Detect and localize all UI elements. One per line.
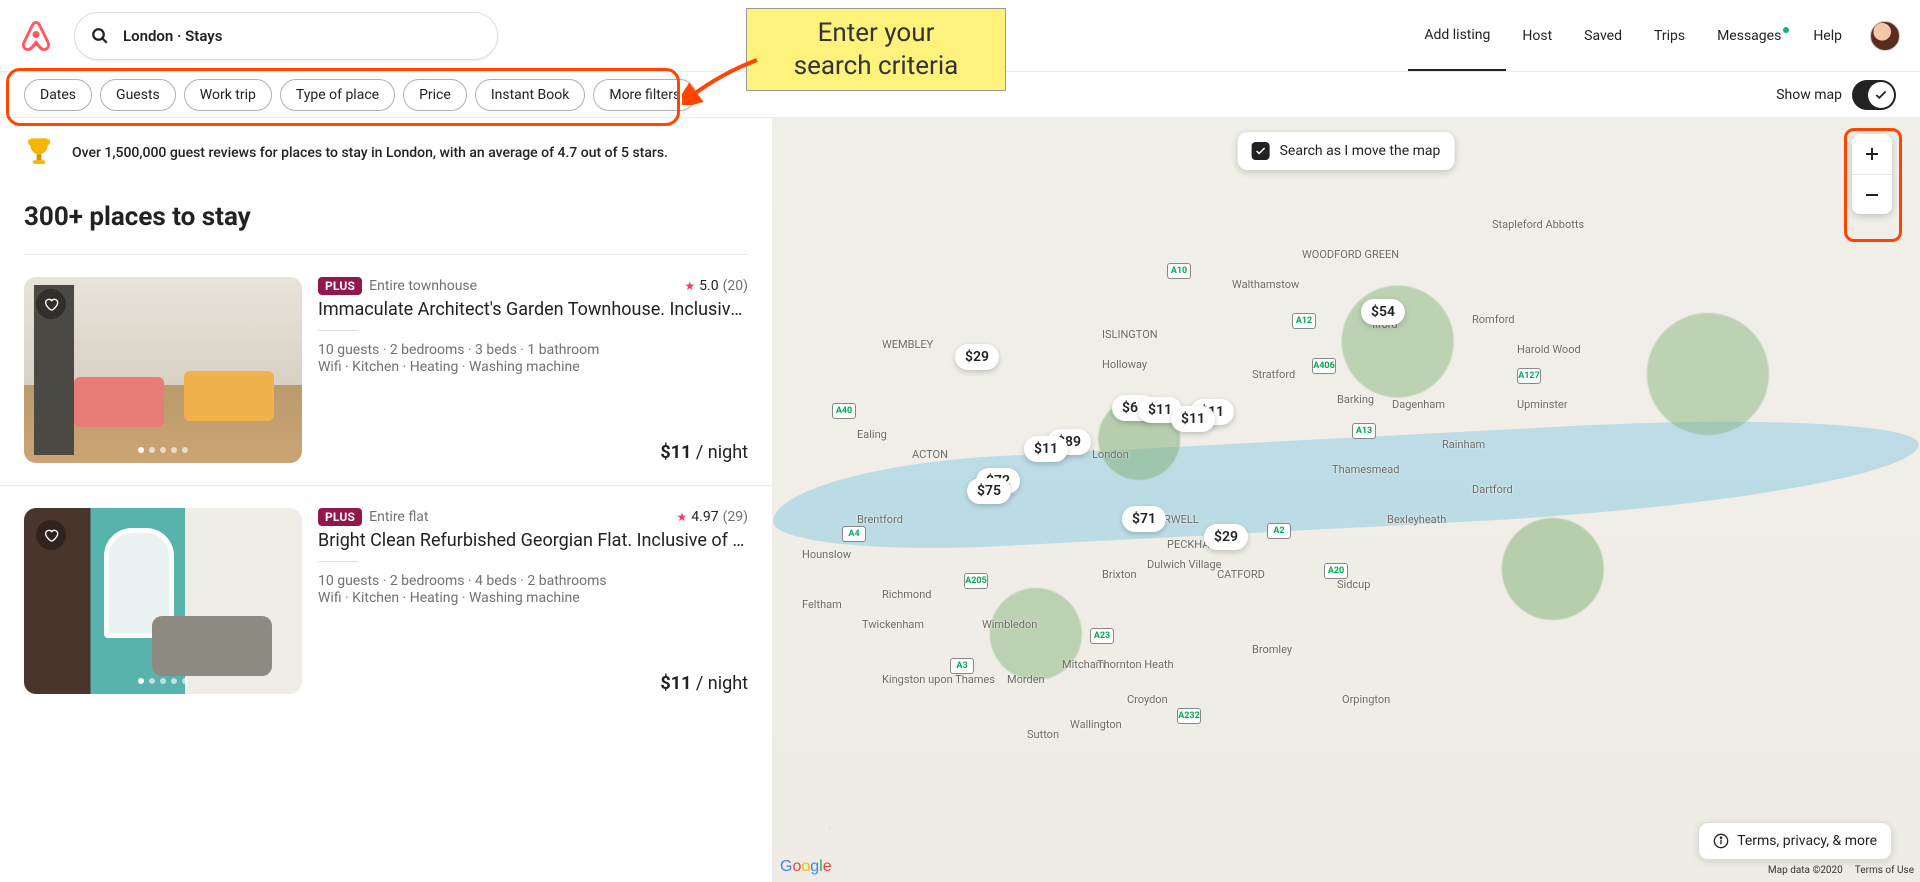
listing-meta-capacity: 10 guests · 2 bedrooms · 4 beds · 2 bath… [318, 573, 748, 589]
nav-host[interactable]: Host [1506, 2, 1568, 70]
listing-info: PLUS Entire flat ★ 4.97 (29) Bright Clea… [318, 508, 748, 694]
nav-trips[interactable]: Trips [1638, 2, 1701, 70]
annotation-callout-line1: Enter your [761, 17, 991, 50]
rating-value: 5.0 [699, 278, 718, 294]
annotation-callout-line2: search criteria [761, 50, 991, 83]
avatar[interactable] [1870, 21, 1900, 51]
price-per: / night [691, 442, 748, 463]
listing-rating: ★ 5.0 (20) [684, 278, 748, 294]
terms-privacy-label: Terms, privacy, & more [1737, 833, 1877, 849]
rating-count: (29) [723, 509, 748, 525]
star-icon: ★ [677, 510, 688, 524]
filter-more-filters[interactable]: More filters [593, 79, 696, 111]
map-terms-link[interactable]: Terms of Use [1855, 865, 1914, 876]
notification-dot-icon [1783, 27, 1789, 33]
listing-type: Entire flat [369, 509, 428, 525]
map-price-pin[interactable]: $29 [955, 344, 999, 370]
divider [318, 561, 358, 562]
price-per: / night [691, 673, 748, 694]
listing-price: $11 / night [318, 673, 748, 694]
listing-meta-capacity: 10 guests · 2 bedrooms · 3 beds · 1 bath… [318, 342, 748, 358]
listing-card[interactable]: PLUS Entire townhouse ★ 5.0 (20) Immacul… [0, 255, 772, 485]
header-nav: Add listing Host Saved Trips Messages He… [1408, 1, 1900, 71]
terms-privacy-button[interactable]: Terms, privacy, & more [1698, 822, 1892, 860]
info-icon [1713, 833, 1729, 849]
filters-group: Dates Guests Work trip Type of place Pri… [24, 79, 696, 111]
filter-instant-book[interactable]: Instant Book [475, 79, 586, 111]
rating-value: 4.97 [691, 509, 718, 525]
search-bar[interactable]: London · Stays [74, 12, 498, 60]
zoom-in-button[interactable] [1852, 134, 1892, 174]
map-attribution: Map data ©2020 Terms of Use [1768, 865, 1914, 876]
toggle-knob [1868, 82, 1894, 108]
main-content: Over 1,500,000 guest reviews for places … [0, 118, 1920, 882]
nav-messages-label: Messages [1717, 28, 1781, 44]
listing-price: $11 / night [318, 442, 748, 463]
results-panel: Over 1,500,000 guest reviews for places … [0, 118, 772, 882]
map-price-pin[interactable]: $11 [1171, 406, 1215, 432]
price-amount: $11 [660, 673, 691, 694]
annotation-arrow-icon [682, 55, 762, 105]
save-heart-button[interactable] [36, 520, 66, 550]
listing-card[interactable]: PLUS Entire flat ★ 4.97 (29) Bright Clea… [0, 485, 772, 716]
search-text: London · Stays [123, 27, 222, 45]
filter-type-of-place[interactable]: Type of place [280, 79, 395, 111]
save-heart-button[interactable] [36, 289, 66, 319]
image-pagination-dots [138, 678, 188, 684]
annotation-callout: Enter your search criteria [746, 8, 1006, 91]
star-icon: ★ [684, 279, 695, 293]
filter-work-trip[interactable]: Work trip [184, 79, 272, 111]
zoom-out-button[interactable] [1852, 174, 1892, 214]
google-logo: Google [780, 858, 832, 876]
airbnb-logo-icon[interactable] [20, 20, 52, 52]
map-price-pin[interactable]: $54 [1361, 299, 1405, 325]
plus-badge: PLUS [318, 277, 362, 295]
map-background [772, 118, 1920, 882]
nav-messages[interactable]: Messages [1701, 2, 1797, 70]
trophy-icon [24, 136, 54, 170]
search-as-move-control[interactable]: Search as I move the map [1238, 132, 1455, 170]
plus-badge: PLUS [318, 508, 362, 526]
listing-image[interactable] [24, 508, 302, 694]
nav-saved[interactable]: Saved [1568, 2, 1638, 70]
listing-title: Immaculate Architect's Garden Townhouse.… [318, 299, 748, 320]
map-price-pin[interactable]: $29 [1204, 524, 1248, 550]
map-price-pin[interactable]: $75 [967, 478, 1011, 504]
listing-rating: ★ 4.97 (29) [677, 509, 748, 525]
map-price-pin[interactable]: $11 [1024, 436, 1068, 462]
filter-guests[interactable]: Guests [100, 79, 176, 111]
price-amount: $11 [660, 442, 691, 463]
listing-meta-amenities: Wifi · Kitchen · Heating · Washing machi… [318, 359, 748, 375]
filter-price[interactable]: Price [403, 79, 467, 111]
results-heading: 300+ places to stay [0, 188, 772, 254]
nav-add-listing[interactable]: Add listing [1408, 1, 1506, 71]
reviews-banner: Over 1,500,000 guest reviews for places … [0, 118, 772, 188]
show-map-toggle[interactable] [1852, 80, 1896, 110]
map-panel[interactable]: Search as I move the map $54$29$64$11$11… [772, 118, 1920, 882]
reviews-banner-text: Over 1,500,000 guest reviews for places … [72, 145, 668, 161]
show-map-label: Show map [1776, 87, 1842, 103]
search-as-move-label: Search as I move the map [1280, 143, 1441, 159]
zoom-control [1852, 134, 1892, 214]
show-map-control: Show map [1776, 80, 1896, 110]
rating-count: (20) [723, 278, 748, 294]
map-price-pin[interactable]: $71 [1122, 506, 1166, 532]
filter-dates[interactable]: Dates [24, 79, 92, 111]
search-icon [91, 27, 109, 45]
listing-type: Entire townhouse [369, 278, 477, 294]
divider [318, 330, 358, 331]
nav-help[interactable]: Help [1797, 2, 1858, 70]
listing-image[interactable] [24, 277, 302, 463]
listing-info: PLUS Entire townhouse ★ 5.0 (20) Immacul… [318, 277, 748, 463]
listing-meta-amenities: Wifi · Kitchen · Heating · Washing machi… [318, 590, 748, 606]
search-as-move-checkbox[interactable] [1252, 142, 1270, 160]
listing-title: Bright Clean Refurbished Georgian Flat. … [318, 530, 748, 551]
image-pagination-dots [138, 447, 188, 453]
map-data-label: Map data ©2020 [1768, 865, 1843, 876]
